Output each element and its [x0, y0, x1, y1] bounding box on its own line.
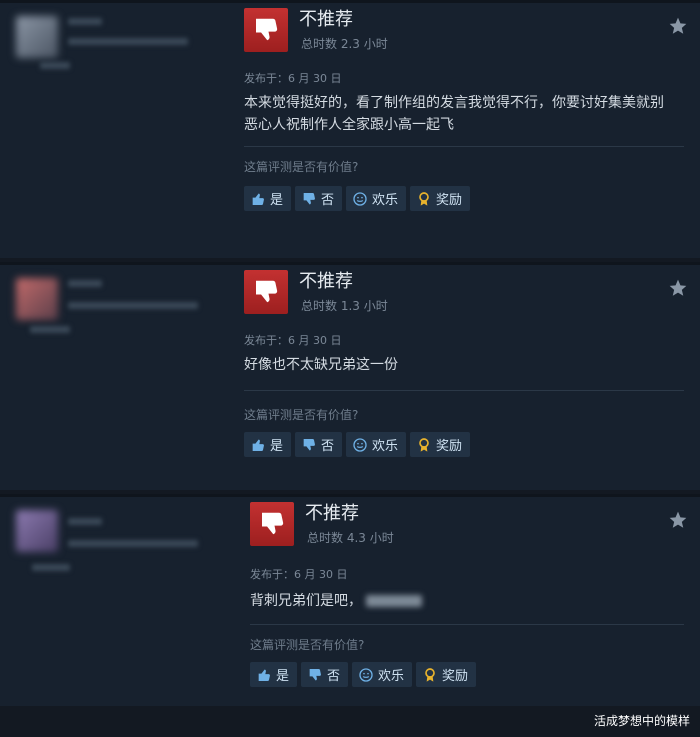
divider	[250, 624, 684, 625]
thumbs-up-icon	[252, 439, 264, 451]
review-verdict: 不推荐	[299, 9, 353, 30]
award-label: 奖励	[442, 669, 469, 684]
award-button[interactable]: 奖励	[416, 662, 477, 687]
avatar[interactable]	[16, 510, 58, 552]
award-label: 奖励	[436, 439, 463, 454]
vote-no-button[interactable]: 否	[295, 432, 343, 457]
helpful-prompt: 这篇评测是否有价值?	[250, 638, 365, 652]
thumbs-down-icon	[303, 438, 315, 450]
vote-yes-label: 是	[270, 439, 284, 454]
reviewer-stats-blurred	[68, 38, 188, 45]
review-text-wrapper: 背刺兄弟们是吧，	[250, 590, 680, 612]
review-card-3: 不推荐 总时数 4.3 小时 发布于：6 月 30 日 背刺兄弟们是吧， 这篇评…	[0, 494, 700, 706]
review-card-2: 不推荐 总时数 1.3 小时 发布于：6 月 30 日 好像也不太缺兄弟这一份 …	[0, 262, 700, 490]
reviewer-stats-blurred	[68, 302, 198, 309]
reviewer-stats-blurred	[68, 540, 198, 547]
reviewer-info	[10, 504, 230, 574]
avatar[interactable]	[16, 278, 58, 320]
vote-yes-label: 是	[276, 669, 290, 684]
vote-no-button[interactable]: 否	[301, 662, 349, 687]
vote-yes-button[interactable]: 是	[250, 662, 298, 687]
playtime-hours: 总时数 4.3 小时	[307, 531, 394, 545]
vote-funny-label: 欢乐	[372, 193, 399, 208]
smiley-icon	[353, 437, 367, 452]
vote-funny-label: 欢乐	[372, 439, 399, 454]
review-verdict: 不推荐	[305, 503, 359, 524]
playtime-hours: 总时数 1.3 小时	[301, 299, 388, 313]
watermark: 活成梦想中的模样	[593, 714, 690, 728]
rating-buttons: 是 否 欢乐 奖励	[244, 186, 471, 211]
vote-no-button[interactable]: 否	[295, 186, 343, 211]
vote-yes-label: 是	[270, 193, 284, 208]
thumbs-down-icon	[244, 270, 288, 314]
vote-funny-button[interactable]: 欢乐	[352, 662, 413, 687]
thumbs-down-icon	[244, 8, 288, 52]
thumbs-up-icon	[258, 669, 270, 681]
thumbs-up-icon	[252, 193, 264, 205]
vote-funny-button[interactable]: 欢乐	[346, 186, 407, 211]
reviewer-stats-blurred	[40, 62, 70, 69]
award-ribbon-icon	[419, 191, 429, 206]
rating-buttons: 是 否 欢乐 奖励	[244, 432, 471, 457]
reviewer-name-blurred	[68, 518, 102, 525]
vote-no-label: 否	[327, 669, 341, 684]
post-date: 发布于：6 月 30 日	[244, 72, 342, 85]
divider	[244, 146, 684, 147]
avatar[interactable]	[16, 16, 58, 58]
vote-funny-label: 欢乐	[378, 669, 405, 684]
award-ribbon-icon	[419, 437, 429, 452]
review-verdict: 不推荐	[299, 271, 353, 292]
reviewer-name-blurred	[68, 18, 102, 25]
award-button[interactable]: 奖励	[410, 432, 471, 457]
divider	[244, 390, 684, 391]
smiley-icon	[359, 667, 373, 682]
review-text: 本来觉得挺好的，看了制作组的发言我觉得不行，你要讨好集美就别恶心人祝制作人全家跟…	[244, 95, 664, 133]
smiley-icon	[353, 191, 367, 206]
review-text: 背刺兄弟们是吧，	[250, 593, 362, 609]
redacted-text	[366, 595, 422, 607]
award-label: 奖励	[436, 193, 463, 208]
thumbs-down-icon	[250, 502, 294, 546]
star-icon[interactable]	[668, 278, 690, 300]
thumbs-down-icon	[303, 192, 315, 204]
reviewer-info	[10, 10, 230, 80]
award-ribbon-icon	[425, 667, 435, 682]
playtime-hours: 总时数 2.3 小时	[301, 37, 388, 51]
star-icon[interactable]	[668, 16, 690, 38]
vote-no-label: 否	[321, 439, 335, 454]
helpful-prompt: 这篇评测是否有价值?	[244, 160, 359, 174]
review-card-1: 不推荐 总时数 2.3 小时 发布于：6 月 30 日 本来觉得挺好的，看了制作…	[0, 0, 700, 258]
reviewer-stats-blurred	[32, 564, 70, 571]
rating-buttons: 是 否 欢乐 奖励	[250, 662, 477, 687]
vote-yes-button[interactable]: 是	[244, 432, 292, 457]
thumbs-down-icon	[309, 668, 321, 680]
vote-funny-button[interactable]: 欢乐	[346, 432, 407, 457]
vote-no-label: 否	[321, 193, 335, 208]
post-date: 发布于：6 月 30 日	[244, 334, 342, 347]
helpful-prompt: 这篇评测是否有价值?	[244, 408, 359, 422]
reviewer-name-blurred	[68, 280, 102, 287]
vote-yes-button[interactable]: 是	[244, 186, 292, 211]
reviewer-stats-blurred	[30, 326, 70, 333]
star-icon[interactable]	[668, 510, 690, 532]
reviewer-info	[10, 272, 230, 342]
post-date: 发布于：6 月 30 日	[250, 568, 348, 581]
review-text: 好像也不太缺兄弟这一份	[244, 357, 398, 373]
award-button[interactable]: 奖励	[410, 186, 471, 211]
